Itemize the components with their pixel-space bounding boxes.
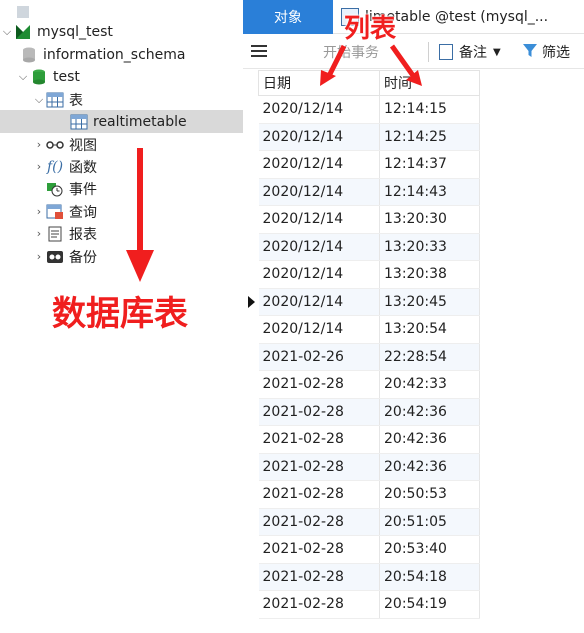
arrow-to-time-column (389, 44, 417, 79)
arrow-to-date-column (325, 44, 347, 80)
arrowhead-date-column (320, 70, 336, 86)
arrowhead-table (126, 250, 154, 282)
annotation-columns-label: 列表 (344, 14, 397, 44)
annotation-database-table-label: 数据库表 (52, 294, 188, 334)
